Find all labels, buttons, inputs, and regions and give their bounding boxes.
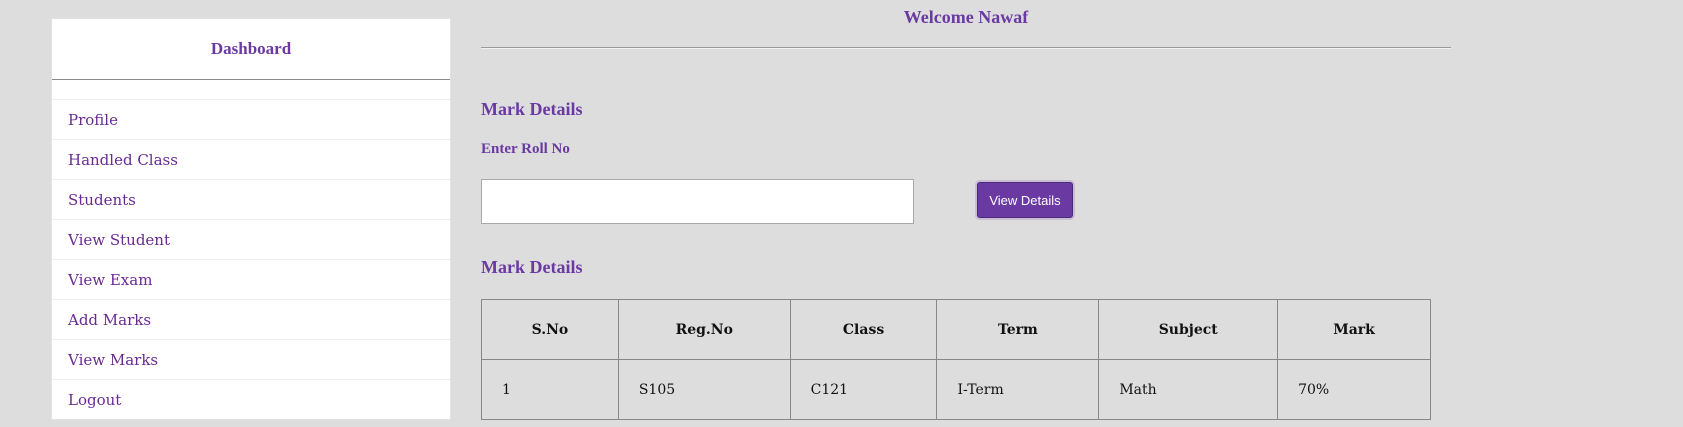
cell-sno: 1 [481, 359, 619, 420]
table-row: 1 S105 C121 I-Term Math 70% [481, 359, 1431, 420]
column-header-sno: S.No [481, 299, 619, 360]
column-header-subject: Subject [1098, 299, 1279, 360]
view-details-button[interactable]: View Details [977, 182, 1073, 218]
column-header-mark: Mark [1277, 299, 1431, 360]
mark-details-heading: Mark Details [481, 99, 583, 119]
column-header-class: Class [789, 299, 938, 360]
cell-class: C121 [789, 359, 938, 420]
sidebar-item-logout[interactable]: Logout [52, 380, 450, 420]
results-heading: Mark Details [481, 257, 583, 277]
cell-regno: S105 [617, 359, 791, 420]
sidebar-item-view-student[interactable]: View Student [52, 220, 450, 260]
roll-no-input[interactable] [481, 179, 914, 224]
sidebar-spacer [52, 80, 450, 100]
roll-no-label: Enter Roll No [481, 141, 570, 157]
sidebar: Dashboard Profile Handled Class Students… [51, 18, 451, 420]
sidebar-item-students[interactable]: Students [52, 180, 450, 220]
table-header-row: S.No Reg.No Class Term Subject Mark [481, 299, 1431, 360]
page: Dashboard Profile Handled Class Students… [0, 0, 1683, 427]
sidebar-item-handled-class[interactable]: Handled Class [52, 140, 450, 180]
cell-subject: Math [1098, 359, 1279, 420]
marks-table: S.No Reg.No Class Term Subject Mark 1 S1… [481, 299, 1431, 420]
column-header-regno: Reg.No [617, 299, 791, 360]
sidebar-item-view-marks[interactable]: View Marks [52, 340, 450, 380]
column-header-term: Term [936, 299, 1100, 360]
sidebar-item-view-exam[interactable]: View Exam [52, 260, 450, 300]
cell-mark: 70% [1277, 359, 1431, 420]
header-divider [481, 47, 1451, 49]
sidebar-item-profile[interactable]: Profile [52, 100, 450, 140]
cell-term: I-Term [936, 359, 1100, 420]
sidebar-item-add-marks[interactable]: Add Marks [52, 300, 450, 340]
sidebar-title: Dashboard [52, 19, 450, 80]
welcome-heading: Welcome Nawaf [903, 7, 1029, 27]
